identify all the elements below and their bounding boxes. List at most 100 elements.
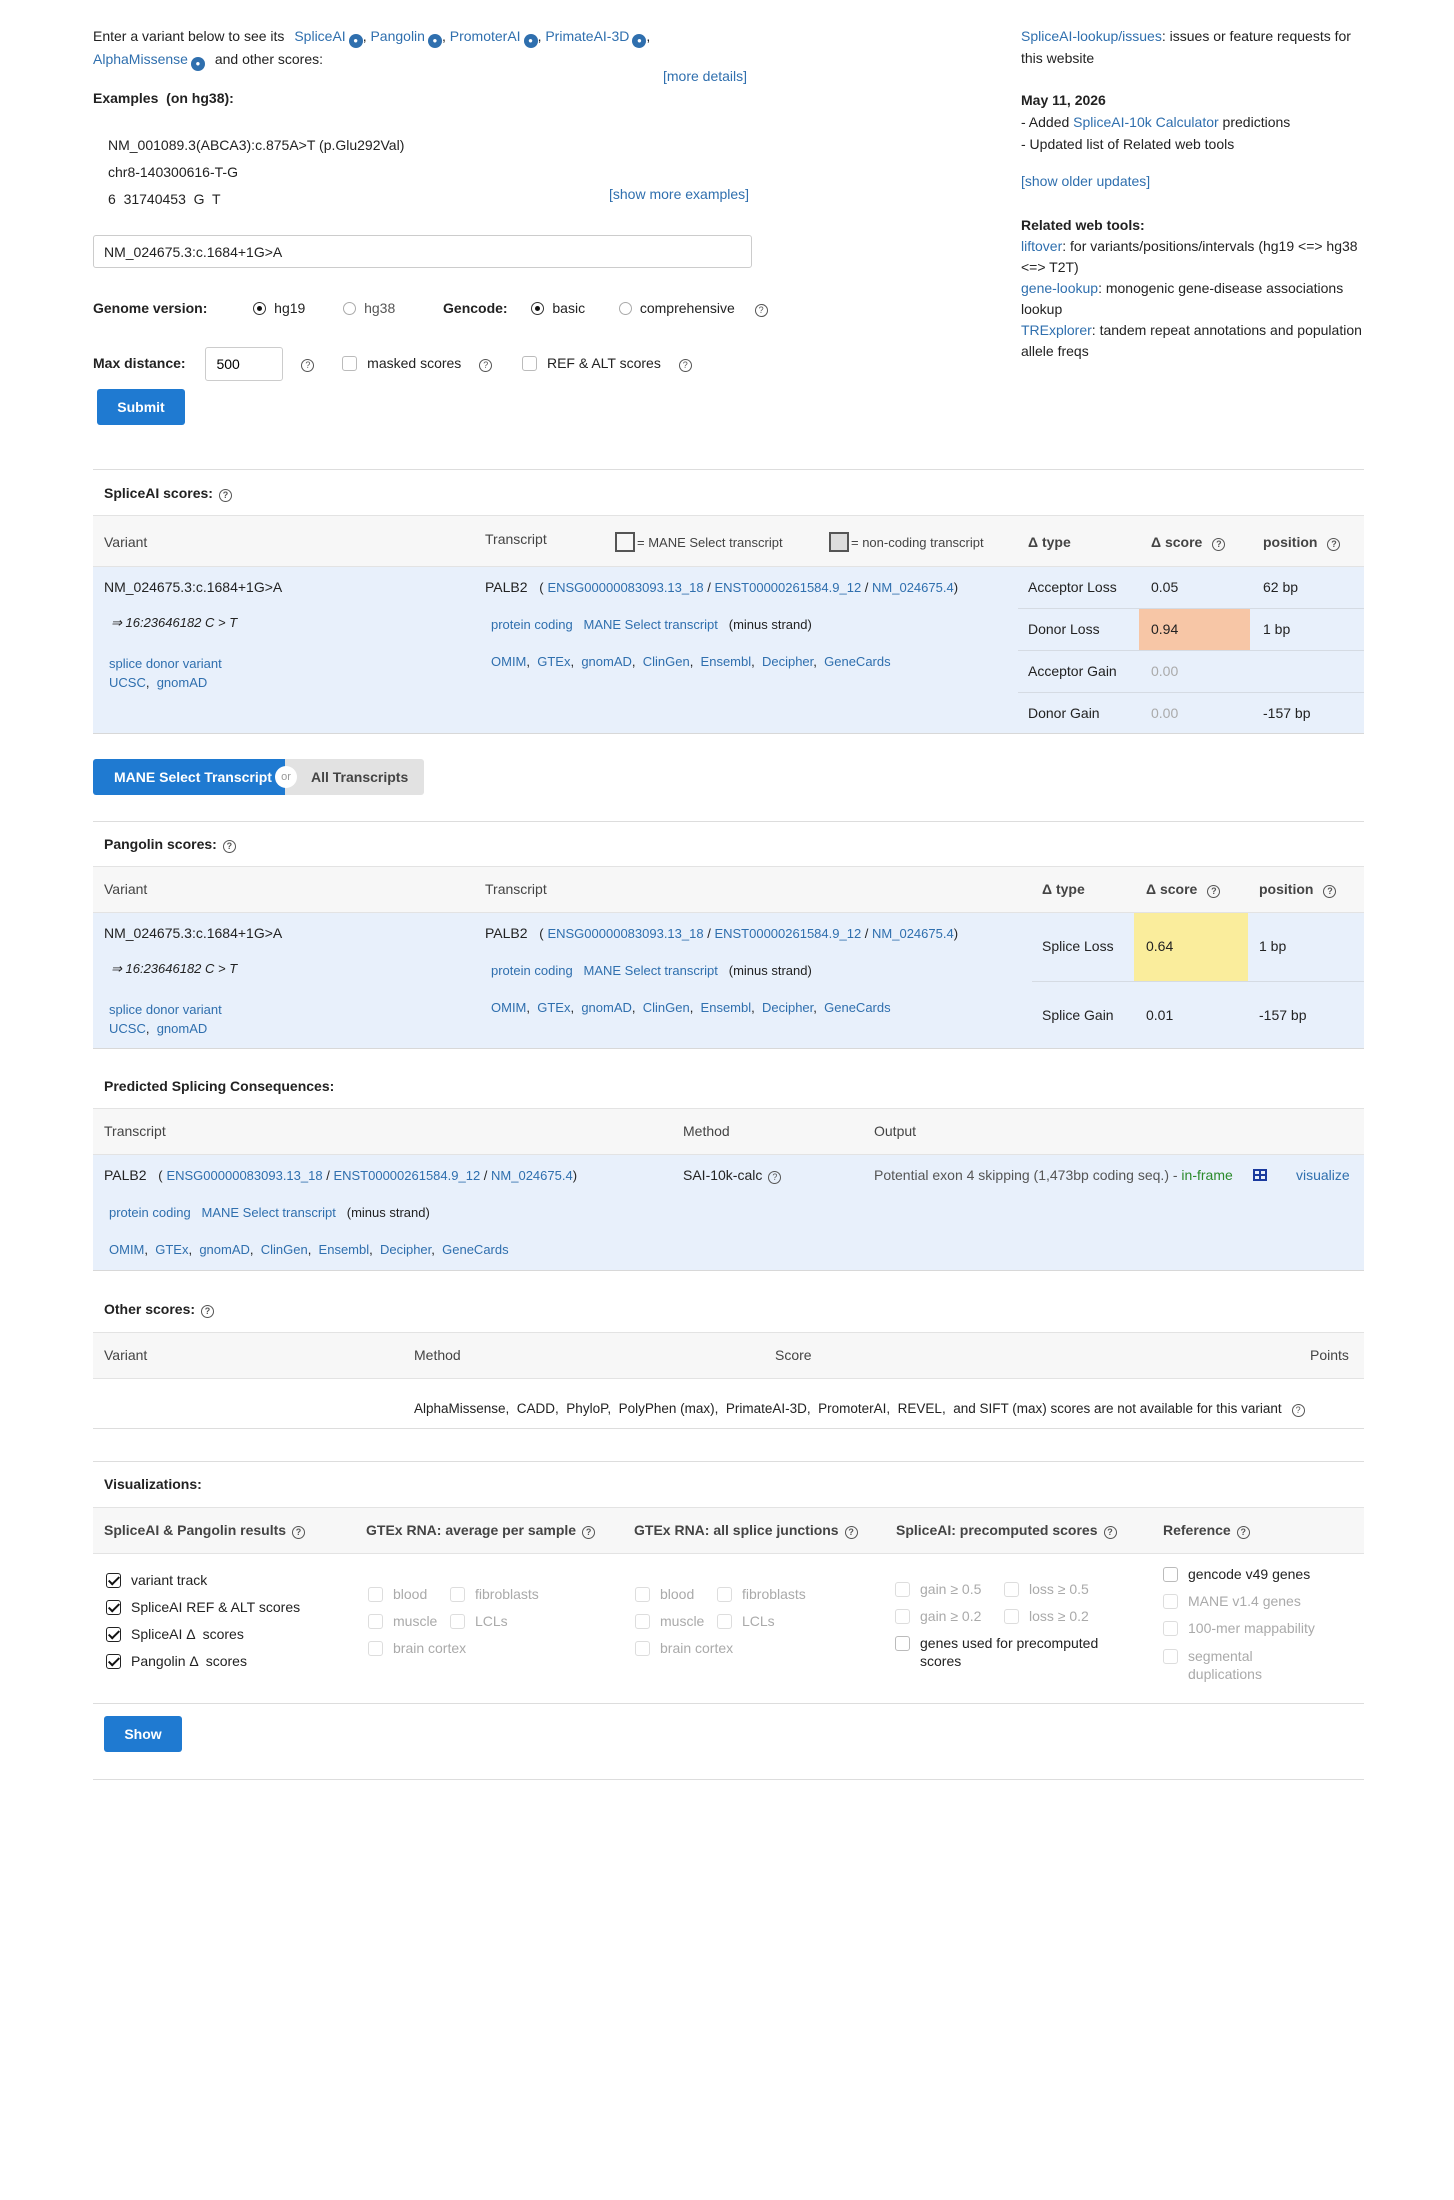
viz-option[interactable]: blood <box>368 1586 427 1602</box>
help-icon[interactable]: ? <box>1323 885 1337 898</box>
viz-option[interactable]: gain ≥ 0.5 <box>895 1581 981 1597</box>
radio-basic[interactable] <box>531 302 545 315</box>
viz-option[interactable]: loss ≥ 0.5 <box>1004 1581 1089 1597</box>
viz-option[interactable]: loss ≥ 0.2 <box>1004 1608 1089 1624</box>
link-promoterai[interactable]: PromoterAI <box>450 28 521 44</box>
option-label[interactable]: gencode v49 genes <box>1188 1566 1310 1582</box>
decipher-link[interactable]: Decipher <box>762 1000 813 1015</box>
viz-option[interactable]: muscle <box>368 1613 437 1629</box>
variant-input[interactable] <box>93 235 752 268</box>
basic-label[interactable]: basic <box>552 300 585 316</box>
ensembl-link[interactable]: Ensembl <box>701 654 752 669</box>
segdup-checkbox[interactable] <box>1163 1649 1178 1664</box>
help-icon[interactable]: ? <box>218 489 232 502</box>
viz-option[interactable]: gain ≥ 0.2 <box>895 1608 981 1624</box>
omim-link[interactable]: OMIM <box>491 654 526 669</box>
decipher-link[interactable]: Decipher <box>762 654 813 669</box>
github-icon[interactable]: ● <box>348 34 363 48</box>
mappability-checkbox[interactable] <box>1163 1621 1178 1636</box>
gnomad-link[interactable]: gnomAD <box>199 1242 250 1257</box>
lcls-checkbox[interactable] <box>450 1614 465 1629</box>
help-icon[interactable]: ? <box>754 304 768 317</box>
masked-scores-checkbox[interactable] <box>342 356 358 371</box>
help-icon[interactable]: ? <box>479 359 493 372</box>
gtex-link[interactable]: GTEx <box>537 1000 570 1015</box>
blood-checkbox[interactable] <box>368 1587 383 1602</box>
comprehensive-label[interactable]: comprehensive <box>640 300 735 316</box>
table-icon[interactable] <box>1253 1169 1267 1181</box>
lcls-checkbox[interactable] <box>717 1614 732 1629</box>
option-label[interactable]: fibroblasts <box>475 1586 539 1602</box>
option-label[interactable]: LCLs <box>742 1613 775 1629</box>
viz-option[interactable]: segmental duplications <box>1163 1647 1283 1683</box>
link-pangolin[interactable]: Pangolin <box>370 28 425 44</box>
ensg-link[interactable]: ENSG00000083093.13_18 <box>547 580 703 595</box>
viz-option[interactable]: SpliceAI REF & ALT scores <box>106 1599 300 1615</box>
update1-link[interactable]: SpliceAI-10k Calculator <box>1073 114 1219 130</box>
option-label[interactable]: variant track <box>131 1572 207 1588</box>
blood-checkbox[interactable] <box>635 1587 650 1602</box>
option-label[interactable]: LCLs <box>475 1613 508 1629</box>
viz-option[interactable]: Pangolin Δ scores <box>106 1653 247 1669</box>
gtex-link[interactable]: GTEx <box>155 1242 188 1257</box>
option-label[interactable]: muscle <box>393 1613 437 1629</box>
spliceai-delta-checkbox[interactable] <box>106 1627 121 1642</box>
enst-link[interactable]: ENST00000261584.9_12 <box>333 1168 480 1183</box>
genecards-link[interactable]: GeneCards <box>442 1242 508 1257</box>
consequence-link[interactable]: splice donor variant <box>109 656 222 671</box>
option-label[interactable]: brain cortex <box>660 1640 733 1656</box>
brain-cortex-checkbox[interactable] <box>368 1641 383 1656</box>
nm-link[interactable]: NM_024675.4 <box>872 580 954 595</box>
clingen-link[interactable]: ClinGen <box>643 654 690 669</box>
nm-link[interactable]: NM_024675.4 <box>491 1168 573 1183</box>
option-label[interactable]: SpliceAI Δ scores <box>131 1626 244 1642</box>
link-alphamissense[interactable]: AlphaMissense <box>93 51 188 67</box>
gencode-genes-checkbox[interactable] <box>1163 1567 1178 1582</box>
omim-link[interactable]: OMIM <box>109 1242 144 1257</box>
genecards-link[interactable]: GeneCards <box>824 1000 890 1015</box>
more-details-link[interactable]: [more details] <box>663 68 747 84</box>
example-item[interactable]: 6 31740453 G T <box>108 186 404 213</box>
gnomad-link[interactable]: gnomAD <box>581 1000 632 1015</box>
mane-genes-checkbox[interactable] <box>1163 1594 1178 1609</box>
masked-scores-label[interactable]: masked scores <box>367 355 461 371</box>
option-label[interactable]: blood <box>660 1586 694 1602</box>
help-icon[interactable]: ? <box>768 1171 782 1184</box>
ensg-link[interactable]: ENSG00000083093.13_18 <box>547 926 703 941</box>
show-button[interactable]: Show <box>104 1716 182 1752</box>
help-icon[interactable]: ? <box>1291 1404 1305 1417</box>
viz-option[interactable]: LCLs <box>450 1613 508 1629</box>
pangolin-delta-checkbox[interactable] <box>106 1654 121 1669</box>
option-label[interactable]: muscle <box>660 1613 704 1629</box>
gnomad-link[interactable]: gnomAD <box>581 654 632 669</box>
link-spliceai[interactable]: SpliceAI <box>294 28 345 44</box>
omim-link[interactable]: OMIM <box>491 1000 526 1015</box>
radio-comprehensive[interactable] <box>618 302 632 315</box>
option-label[interactable]: loss ≥ 0.2 <box>1029 1608 1089 1624</box>
viz-option[interactable]: brain cortex <box>368 1640 466 1656</box>
help-icon[interactable]: ? <box>1236 1526 1250 1539</box>
viz-option[interactable]: gencode v49 genes <box>1163 1566 1310 1582</box>
genecards-link[interactable]: GeneCards <box>824 654 890 669</box>
help-icon[interactable]: ? <box>844 1526 858 1539</box>
option-label[interactable]: genes used for precomputed scores <box>920 1634 1115 1670</box>
gain-05-checkbox[interactable] <box>895 1582 910 1597</box>
visualize-link[interactable]: visualize <box>1296 1167 1350 1183</box>
ensg-link[interactable]: ENSG00000083093.13_18 <box>166 1168 322 1183</box>
help-icon[interactable]: ? <box>292 1526 306 1539</box>
viz-option[interactable]: fibroblasts <box>450 1586 539 1602</box>
muscle-checkbox[interactable] <box>368 1614 383 1629</box>
viz-option[interactable]: LCLs <box>717 1613 775 1629</box>
viz-option[interactable]: MANE v1.4 genes <box>1163 1593 1301 1609</box>
example-item[interactable]: chr8-140300616-T-G <box>108 159 404 186</box>
brain-cortex-checkbox[interactable] <box>635 1641 650 1656</box>
option-label[interactable]: Pangolin Δ scores <box>131 1653 247 1669</box>
submit-button[interactable]: Submit <box>97 389 185 425</box>
viz-option[interactable]: blood <box>635 1586 694 1602</box>
gtex-link[interactable]: GTEx <box>537 654 570 669</box>
gnomad-link[interactable]: gnomAD <box>157 1021 208 1036</box>
tool-link-gene-lookup[interactable]: gene-lookup <box>1021 280 1098 296</box>
issues-link[interactable]: SpliceAI-lookup/issues <box>1021 28 1162 44</box>
ensembl-link[interactable]: Ensembl <box>319 1242 370 1257</box>
nm-link[interactable]: NM_024675.4 <box>872 926 954 941</box>
